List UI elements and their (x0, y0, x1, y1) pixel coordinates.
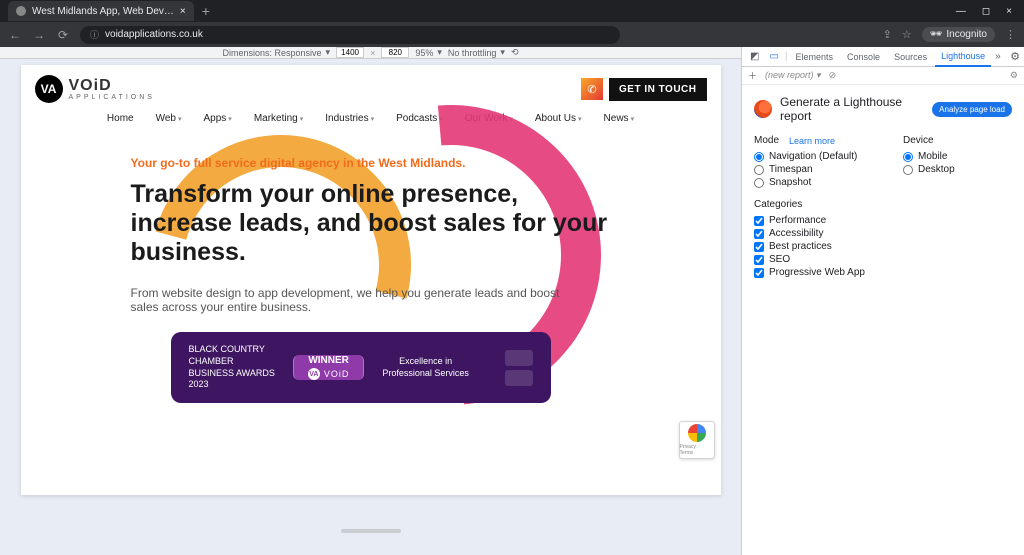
device-mobile[interactable]: Mobile (903, 150, 1012, 163)
close-icon[interactable]: × (1006, 6, 1012, 17)
nav-marketing[interactable]: Marketing▾ (254, 113, 303, 124)
device-toolbar: Dimensions: Responsive ▾ × 95% ▾ No thro… (0, 47, 741, 59)
nav-news[interactable]: News▾ (604, 113, 635, 124)
mode-snapshot[interactable]: Snapshot (754, 176, 863, 189)
award-winner-badge: WINNER VAVOiD (293, 355, 365, 380)
lighthouse-title: Generate a Lighthouse report (780, 95, 924, 123)
devtools-panel: ◩ ▭ | Elements Console Sources Lighthous… (741, 47, 1024, 555)
new-tab-button[interactable]: + (202, 3, 210, 19)
tab-console[interactable]: Console (841, 48, 886, 66)
lighthouse-subbar: ＋ (new report) ▾ ⊘ ⚙ (742, 67, 1024, 85)
recaptcha-icon (688, 424, 706, 442)
devtools-settings-icon[interactable]: ⚙ (1010, 50, 1020, 63)
address-bar: ← → ⟳ ⓘ voidapplications.co.uk ⇪ ☆ 🕶 Inc… (0, 22, 1024, 47)
tab-lighthouse[interactable]: Lighthouse (935, 47, 991, 67)
mode-navigation[interactable]: Navigation (Default) (754, 150, 863, 163)
device-desktop[interactable]: Desktop (903, 163, 1012, 176)
phone-icon[interactable]: ✆ (581, 78, 603, 100)
height-input[interactable] (381, 47, 409, 58)
award-left-text: BLACK COUNTRY CHAMBER BUSINESS AWARDS 20… (189, 344, 275, 391)
nav-apps[interactable]: Apps▾ (204, 113, 232, 124)
site-info-icon[interactable]: ⓘ (90, 28, 99, 41)
hero-headline: Transform your online presence, increase… (131, 180, 621, 266)
lighthouse-icon (754, 100, 772, 118)
logo-text-sub: APPLICATIONS (69, 94, 155, 101)
tab-title: West Midlands App, Web Dev… (32, 6, 174, 17)
cat-pwa[interactable]: Progressive Web App (754, 266, 1012, 279)
minimize-icon[interactable]: — (956, 6, 966, 17)
clear-icon[interactable]: ⊘ (829, 70, 837, 81)
zoom-dropdown[interactable]: 95% ▾ (415, 47, 442, 58)
award-banner: BLACK COUNTRY CHAMBER BUSINESS AWARDS 20… (171, 332, 551, 403)
cat-accessibility[interactable]: Accessibility (754, 227, 1012, 240)
reload-button[interactable]: ⟳ (56, 28, 70, 42)
nav-industries[interactable]: Industries▾ (325, 113, 374, 124)
cat-seo[interactable]: SEO (754, 253, 1012, 266)
logo-mark: VA (35, 75, 63, 103)
favicon (16, 6, 26, 16)
device-viewport: VA VOiD APPLICATIONS ✆ GET IN TOUCH Home… (0, 59, 741, 555)
rotate-icon[interactable]: ⟲ (511, 47, 519, 58)
mode-timespan[interactable]: Timespan (754, 163, 863, 176)
cat-best-practices[interactable]: Best practices (754, 240, 1012, 253)
logo-text-main: VOiD (69, 78, 155, 94)
incognito-icon: 🕶 (930, 29, 943, 40)
rendered-page[interactable]: VA VOiD APPLICATIONS ✆ GET IN TOUCH Home… (21, 65, 721, 495)
url-text: voidapplications.co.uk (105, 29, 203, 40)
resize-handle[interactable] (341, 529, 401, 533)
dimensions-dropdown[interactable]: Dimensions: Responsive ▾ (223, 47, 331, 58)
back-button[interactable]: ← (8, 28, 22, 42)
window-titlebar: West Midlands App, Web Dev… × + — ◻ × (0, 0, 1024, 22)
nav-home[interactable]: Home (107, 113, 134, 124)
devtools-tabs: ◩ ▭ | Elements Console Sources Lighthous… (742, 47, 1024, 67)
analyze-button[interactable]: Analyze page load (932, 102, 1012, 117)
new-report-button[interactable]: ＋ (748, 69, 757, 82)
cat-performance[interactable]: Performance (754, 214, 1012, 227)
close-tab-icon[interactable]: × (180, 6, 186, 17)
device-mode-icon[interactable]: ▭ (765, 51, 782, 62)
award-badges (505, 350, 533, 386)
tab-sources[interactable]: Sources (888, 48, 933, 66)
nav-web[interactable]: Web▾ (156, 113, 182, 124)
browser-tab[interactable]: West Midlands App, Web Dev… × (8, 1, 194, 21)
bookmark-icon[interactable]: ☆ (902, 28, 912, 41)
categories-label: Categories (754, 199, 802, 210)
hero-tagline: Your go-to full service digital agency i… (131, 156, 621, 170)
url-box[interactable]: ⓘ voidapplications.co.uk (80, 26, 620, 44)
tab-elements[interactable]: Elements (790, 48, 840, 66)
hero-subcopy: From website design to app development, … (131, 286, 561, 314)
share-icon[interactable]: ⇪ (883, 28, 892, 41)
recaptcha-badge[interactable]: Privacy · Terms (679, 421, 715, 459)
width-input[interactable] (336, 47, 364, 58)
award-category: Excellence in Professional Services (382, 356, 469, 379)
lighthouse-settings-icon[interactable]: ⚙ (1010, 70, 1018, 81)
menu-icon[interactable]: ⋮ (1005, 28, 1016, 41)
mode-label: Mode (754, 135, 779, 146)
incognito-badge[interactable]: 🕶 Incognito (922, 27, 995, 42)
get-in-touch-button[interactable]: GET IN TOUCH (609, 78, 706, 101)
window-controls: — ◻ × (956, 6, 1024, 17)
tabs-overflow-icon[interactable]: » (995, 51, 1001, 62)
nav-about-us[interactable]: About Us▾ (535, 113, 582, 124)
device-label: Device (903, 135, 934, 146)
maximize-icon[interactable]: ◻ (982, 6, 990, 17)
site-logo[interactable]: VA VOiD APPLICATIONS (35, 75, 155, 103)
inspect-icon[interactable]: ◩ (746, 51, 763, 62)
report-dropdown[interactable]: (new report) ▾ (765, 70, 821, 81)
forward-button[interactable]: → (32, 28, 46, 42)
throttle-dropdown[interactable]: No throttling ▾ (448, 47, 505, 58)
learn-more-link[interactable]: Learn more (789, 136, 835, 146)
